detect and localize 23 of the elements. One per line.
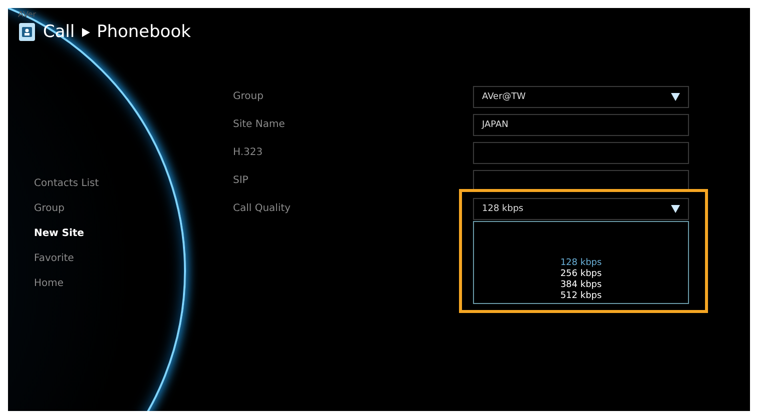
field-label: Call Quality (233, 202, 292, 216)
sidebar-item[interactable]: Contacts List (34, 175, 233, 192)
input-field[interactable] (473, 142, 689, 164)
dropdown-field[interactable]: 128 kbps (473, 198, 689, 220)
dropdown-option[interactable]: 128 kbps (560, 258, 602, 269)
field-label: Site Name (233, 118, 286, 132)
breadcrumb-text: Phonebook (96, 22, 191, 42)
phonebook-icon (18, 22, 36, 42)
dropdown-field[interactable]: AVer@TW (473, 86, 689, 108)
dropdown-option[interactable]: 384 kbps (560, 280, 602, 291)
dropdown-option[interactable]: 512 kbps (560, 291, 602, 302)
field-label: H.323 (233, 146, 264, 160)
field-label: Group (233, 90, 264, 104)
sidebar-item[interactable]: Group (34, 200, 233, 217)
field-label: SIP (233, 174, 250, 188)
dropdown-arrow-icon (671, 93, 680, 101)
breadcrumb-arrow-icon (82, 28, 90, 36)
sidebar-item[interactable]: New Site (34, 225, 233, 242)
dropdown-arrow-icon (671, 205, 680, 213)
sidebar-item[interactable]: Favorite (34, 250, 233, 267)
dropdown-option[interactable]: 256 kbps (560, 269, 602, 280)
sidebar-item[interactable]: Home (34, 275, 233, 292)
input-field[interactable]: JAPAN (473, 114, 689, 136)
